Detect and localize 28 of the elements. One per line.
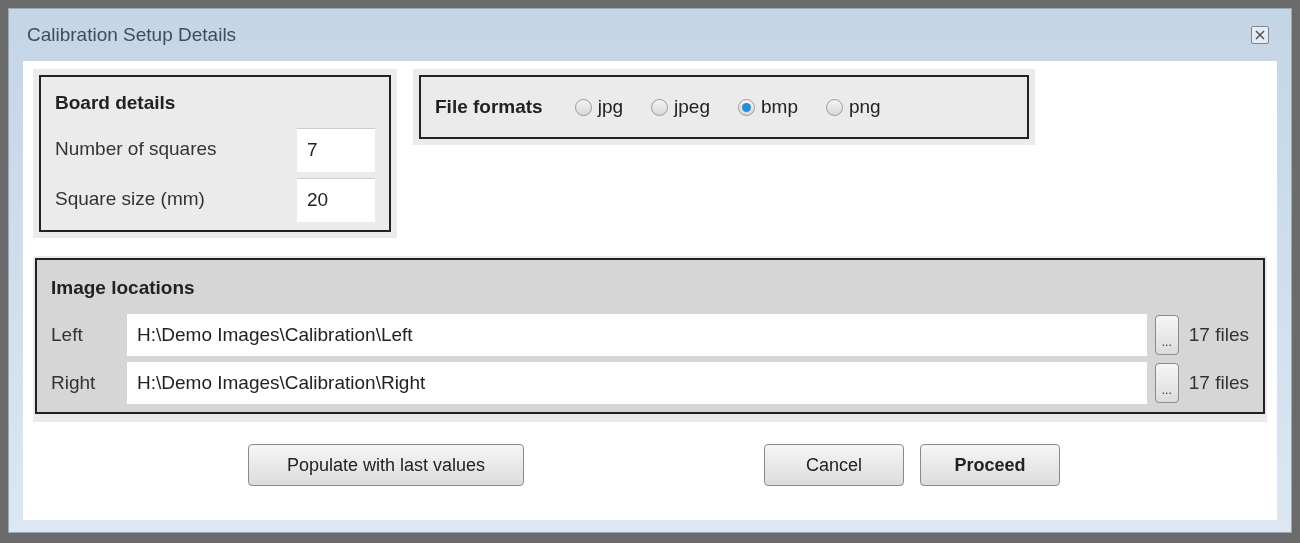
panel-title: Board details bbox=[55, 91, 177, 115]
radio-option[interactable]: png bbox=[825, 92, 881, 122]
field-label: Square size (mm) bbox=[55, 187, 205, 212]
field-label: Number of squares bbox=[55, 137, 217, 162]
file-count: 17 files bbox=[1188, 370, 1249, 395]
path-field[interactable]: H:\Demo Images\Calibration\Right bbox=[127, 362, 1147, 404]
radio-option[interactable]: jpeg bbox=[651, 92, 710, 122]
input-field[interactable]: 20 bbox=[297, 177, 375, 222]
dialog-button[interactable]: Cancel bbox=[764, 444, 904, 486]
window-title: Calibration Setup Details bbox=[26, 22, 237, 47]
field-label: Left bbox=[51, 322, 84, 347]
path-field[interactable]: H:\Demo Images\Calibration\Left bbox=[127, 314, 1147, 356]
radio-button[interactable] bbox=[825, 98, 843, 116]
radio-option[interactable]: jpg bbox=[574, 92, 624, 122]
dialog-button[interactable]: Populate with last values bbox=[248, 444, 524, 486]
radio-button[interactable] bbox=[651, 98, 669, 116]
file-count: 17 files bbox=[1188, 322, 1249, 347]
browse-button[interactable]: ... bbox=[1154, 363, 1179, 403]
default-button[interactable]: Proceed bbox=[920, 444, 1060, 486]
close-icon[interactable] bbox=[1251, 26, 1269, 44]
input-field[interactable]: 7 bbox=[297, 127, 375, 172]
panel-title: Image locations bbox=[51, 275, 196, 300]
field-label: Right bbox=[51, 370, 97, 395]
radio-button[interactable] bbox=[738, 98, 755, 116]
radio-button[interactable] bbox=[574, 98, 592, 116]
browse-button[interactable]: ... bbox=[1154, 315, 1179, 355]
radio-option[interactable]: bmp bbox=[738, 92, 798, 122]
panel-title: File formats bbox=[435, 94, 543, 119]
